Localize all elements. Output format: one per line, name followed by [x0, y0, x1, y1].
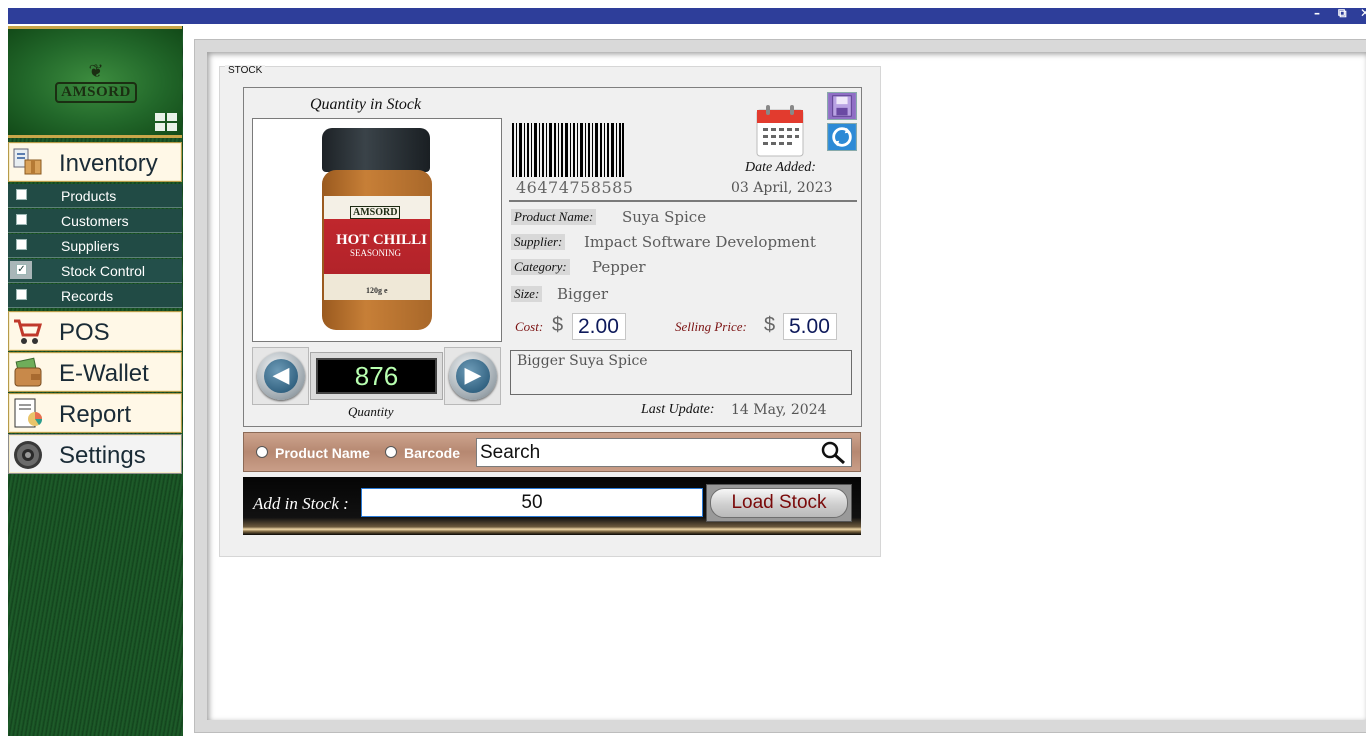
- save-icon[interactable]: [827, 92, 857, 120]
- tiles-icon[interactable]: [155, 113, 177, 131]
- last-update-label: Last Update:: [641, 402, 715, 417]
- divider: [509, 200, 857, 202]
- logo-panel: ❦ AMSORD: [8, 26, 182, 138]
- jar-brand-text: AMSORD: [350, 206, 401, 219]
- add-stock-input[interactable]: 50: [361, 488, 703, 517]
- cost-label: Cost:: [515, 319, 544, 334]
- product-name-label: Product Name:: [511, 209, 597, 225]
- supplier-label: Supplier:: [511, 234, 566, 250]
- brand-name: AMSORD: [55, 82, 137, 103]
- cost-currency: $: [552, 314, 564, 336]
- nav-ewallet-label: E-Wallet: [59, 360, 149, 387]
- sidebar: ❦ AMSORD Inventory Products Customers Su…: [8, 26, 183, 736]
- size-label: Size:: [511, 286, 543, 302]
- checkbox-icon[interactable]: [16, 214, 27, 225]
- checkbox-icon[interactable]: [16, 239, 27, 250]
- sidebar-item-label: Products: [61, 188, 117, 204]
- sidebar-item-suppliers[interactable]: Suppliers: [8, 234, 182, 258]
- nav-pos[interactable]: POS: [8, 311, 182, 351]
- selling-price-label: Selling Price:: [675, 319, 747, 334]
- selling-price-field[interactable]: 5.00: [783, 313, 837, 340]
- product-name-value: Suya Spice: [622, 208, 707, 226]
- size-value: Bigger: [557, 285, 609, 303]
- nav-settings-label: Settings: [59, 442, 146, 469]
- quantity-display: 876: [310, 352, 443, 400]
- stock-group-title: STOCK: [225, 65, 266, 76]
- nav-ewallet[interactable]: E-Wallet: [8, 352, 182, 392]
- category-value: Pepper: [592, 258, 646, 276]
- nav-settings[interactable]: Settings: [8, 434, 182, 474]
- search-input[interactable]: Search: [476, 438, 852, 467]
- radio-barcode-label[interactable]: Barcode: [404, 445, 460, 461]
- quantity-value: 876: [316, 358, 437, 394]
- description-field[interactable]: Bigger Suya Spice: [510, 350, 852, 395]
- minimize-button[interactable]: –: [1314, 6, 1320, 20]
- date-added-value: 03 April, 2023: [731, 180, 833, 196]
- inventory-icon: [13, 148, 42, 175]
- quantity-in-stock-title: Quantity in Stock: [310, 96, 422, 113]
- jar-name-text: HOT CHILLI: [336, 232, 428, 248]
- next-button[interactable]: ▶: [444, 347, 501, 405]
- previous-button[interactable]: ◀: [252, 347, 309, 405]
- sidebar-item-stock-control[interactable]: ✓ Stock Control: [8, 259, 182, 283]
- arrow-right-icon: ▶: [456, 359, 490, 393]
- nav-inventory-label: Inventory: [59, 150, 158, 177]
- title-strip: [8, 8, 1366, 24]
- nav-inventory[interactable]: Inventory: [8, 142, 182, 182]
- wallet-icon: [14, 357, 42, 387]
- quantity-label: Quantity: [348, 404, 394, 419]
- jar-sub-text: SEASONING: [350, 248, 402, 258]
- checkbox-icon[interactable]: [16, 189, 27, 200]
- barcode-image: [512, 123, 624, 177]
- search-icon[interactable]: [819, 440, 847, 465]
- cart-icon: [14, 319, 43, 344]
- settings-icon: [14, 441, 42, 469]
- sidebar-item-customers[interactable]: Customers: [8, 209, 182, 233]
- restore-button[interactable]: ⧉: [1338, 6, 1347, 21]
- sidebar-item-label: Suppliers: [61, 238, 120, 254]
- load-stock-label: Load Stock: [710, 488, 848, 518]
- jar-weight-text: 120g e: [366, 286, 388, 295]
- product-jar-lid: [322, 128, 430, 172]
- sidebar-item-records[interactable]: Records: [8, 284, 182, 308]
- supplier-value: Impact Software Development: [584, 233, 816, 251]
- cost-field[interactable]: 2.00: [572, 313, 626, 340]
- category-label: Category:: [511, 259, 570, 275]
- add-in-stock-label: Add in Stock :: [253, 494, 349, 513]
- last-update-value: 14 May, 2024: [731, 402, 827, 418]
- sidebar-item-products[interactable]: Products: [8, 184, 182, 208]
- title-bar: – ⧉ ✕: [0, 0, 1366, 26]
- load-stock-button[interactable]: Load Stock: [706, 484, 852, 522]
- arrow-left-icon: ◀: [264, 359, 298, 393]
- refresh-icon[interactable]: [827, 123, 857, 151]
- brand-logo: ❦ AMSORD: [50, 63, 142, 105]
- sidebar-item-label: Records: [61, 288, 114, 304]
- sidebar-item-label: Stock Control: [61, 263, 146, 279]
- calendar-icon[interactable]: [754, 102, 806, 158]
- radio-barcode[interactable]: [385, 446, 397, 458]
- nav-pos-label: POS: [59, 319, 110, 346]
- checkbox-icon[interactable]: [16, 289, 27, 300]
- sidebar-item-label: Customers: [61, 213, 129, 229]
- nav-report[interactable]: Report: [8, 393, 182, 433]
- radio-product-name-label[interactable]: Product Name: [275, 445, 370, 461]
- radio-product-name[interactable]: [256, 446, 268, 458]
- checkbox-checked-icon[interactable]: ✓: [16, 264, 27, 275]
- barcode-number: 46474758585: [516, 178, 634, 197]
- date-added-label: Date Added:: [745, 160, 816, 175]
- selling-currency: $: [764, 314, 776, 336]
- nav-report-label: Report: [59, 401, 132, 428]
- report-icon: [14, 398, 43, 428]
- close-button[interactable]: ✕: [1360, 6, 1366, 20]
